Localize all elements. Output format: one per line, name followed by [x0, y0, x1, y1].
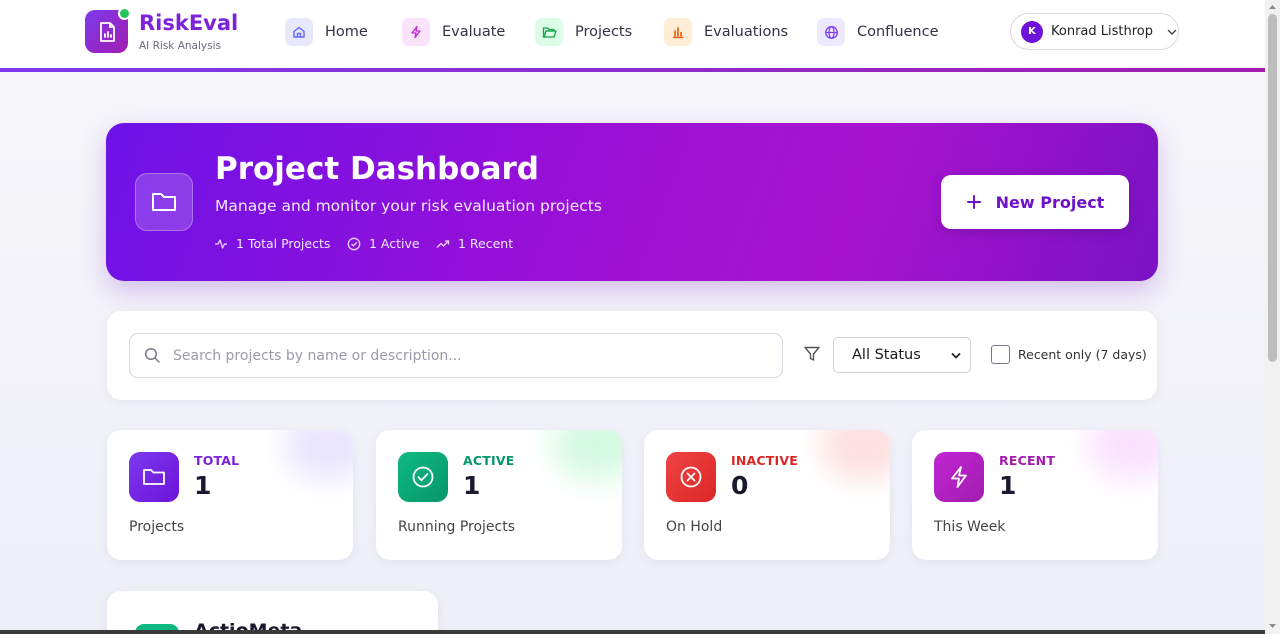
stat-card-active: ACTIVE 1 Running Projects — [376, 430, 622, 560]
home-icon — [285, 18, 313, 46]
project-card[interactable]: ActioMeta — [107, 591, 438, 634]
search-icon — [144, 347, 160, 363]
nav-item-evaluations[interactable]: Evaluations — [664, 18, 788, 46]
user-name: Konrad Listhrop — [1051, 24, 1153, 39]
stat-value: 1 — [194, 471, 212, 500]
avatar: K — [1021, 20, 1043, 43]
nav-label: Projects — [575, 24, 633, 40]
stat-value: 1 — [999, 471, 1017, 500]
nav-item-confluence[interactable]: Confluence — [817, 18, 939, 46]
hero-stat-label: 1 Recent — [458, 236, 514, 251]
recent-only-label: Recent only (7 days) — [1018, 347, 1147, 362]
stat-value: 0 — [731, 471, 749, 500]
nav-label: Evaluations — [704, 24, 789, 40]
status-select-value: All Status — [852, 347, 921, 363]
new-project-label: New Project — [995, 192, 1105, 212]
bar-chart-icon — [664, 18, 692, 46]
recent-only-checkbox[interactable] — [991, 345, 1010, 364]
window-bottom-edge — [0, 630, 1265, 634]
stat-caption: On Hold — [666, 519, 723, 535]
filter-icon — [804, 346, 820, 361]
card-glow — [283, 430, 353, 480]
nav-item-projects[interactable]: Projects — [535, 18, 632, 46]
report-icon — [99, 21, 115, 42]
scroll-down-arrow-icon[interactable] — [1268, 622, 1277, 630]
stat-label: ACTIVE — [463, 453, 515, 468]
stat-card-inactive: INACTIVE 0 On Hold — [644, 430, 890, 560]
hero-stat-label: 1 Total Projects — [236, 236, 331, 251]
hero-stat-active: 1 Active — [347, 236, 420, 251]
stat-caption: This Week — [934, 519, 1006, 535]
user-menu-button[interactable]: K Konrad Listhrop — [1010, 13, 1179, 50]
stat-value: 1 — [463, 471, 481, 500]
nav-label: Evaluate — [442, 24, 506, 40]
stat-label: TOTAL — [194, 453, 240, 468]
folder-icon — [129, 452, 179, 502]
activity-icon — [215, 238, 227, 249]
globe-icon — [817, 18, 845, 46]
nav-label: Confluence — [857, 24, 939, 40]
scroll-up-arrow-icon[interactable] — [1268, 3, 1277, 11]
brand-name: RiskEval — [139, 11, 239, 35]
online-status-dot — [118, 7, 131, 20]
card-glow — [552, 430, 622, 480]
folder-open-icon — [535, 18, 563, 46]
chevron-down-icon — [951, 352, 961, 359]
nav-item-home[interactable]: Home — [285, 18, 368, 46]
hero-stat-recent: 1 Recent — [436, 236, 513, 251]
check-circle-icon — [347, 237, 361, 250]
card-glow — [820, 430, 890, 480]
check-circle-icon — [398, 452, 448, 502]
hero-stat-label: 1 Active — [369, 236, 420, 251]
stat-card-recent: RECENT 1 This Week — [912, 430, 1158, 560]
stat-label: RECENT — [999, 453, 1056, 468]
chevron-down-icon — [1167, 29, 1177, 35]
bolt-icon — [402, 18, 430, 46]
header-accent-line — [0, 68, 1265, 72]
page-title: Project Dashboard — [215, 151, 540, 187]
scrollbar-thumb[interactable] — [1268, 14, 1277, 362]
brand-subtitle: AI Risk Analysis — [139, 40, 221, 52]
trending-up-icon — [436, 239, 450, 248]
page-subtitle: Manage and monitor your risk evaluation … — [215, 197, 602, 215]
stat-caption: Projects — [129, 519, 185, 535]
x-circle-icon — [666, 452, 716, 502]
new-project-button[interactable]: New Project — [941, 175, 1129, 229]
search-field[interactable] — [129, 333, 783, 378]
bolt-icon — [934, 452, 984, 502]
nav-label: Home — [325, 24, 368, 40]
hero-stat-total: 1 Total Projects — [214, 236, 330, 251]
stat-card-total: TOTAL 1 Projects — [107, 430, 353, 560]
folder-icon — [135, 173, 193, 231]
status-select[interactable]: All Status — [833, 337, 971, 373]
stat-label: INACTIVE — [731, 453, 798, 468]
search-input[interactable] — [173, 347, 763, 364]
plus-icon — [966, 195, 981, 209]
stat-caption: Running Projects — [398, 519, 516, 535]
nav-item-evaluate[interactable]: Evaluate — [402, 18, 505, 46]
card-glow — [1088, 430, 1158, 480]
recent-only-toggle[interactable]: Recent only (7 days) — [991, 345, 1147, 364]
